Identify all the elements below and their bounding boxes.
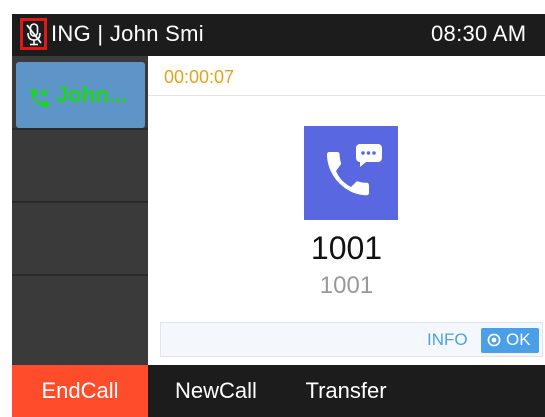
mute-indicator[interactable] — [20, 18, 47, 50]
new-call-button[interactable]: NewCall — [148, 365, 284, 417]
end-call-button[interactable]: EndCall — [12, 365, 148, 417]
phone-chat-icon — [327, 144, 382, 196]
phone-screen: ING | John Smi 08:30 AM John... 00:00:07 — [0, 0, 545, 417]
top-margin — [0, 0, 545, 14]
softkey-bar: EndCall NewCall Transfer — [12, 365, 545, 417]
call-panel: 00:00:07 1001 1001 INFO OK — [148, 56, 545, 365]
line-key-active[interactable]: John... — [16, 62, 145, 128]
ok-button[interactable]: OK — [481, 328, 539, 353]
circle-dot-icon — [487, 333, 501, 347]
line-key-slot[interactable] — [12, 204, 148, 276]
line-key-slot[interactable] — [12, 131, 148, 203]
contact-avatar — [304, 126, 398, 220]
callee-name: 1001 — [310, 230, 383, 266]
phone-incoming-icon — [31, 88, 49, 107]
transfer-button[interactable]: Transfer — [284, 365, 408, 417]
status-title: ING | John Smi — [51, 21, 204, 46]
line-key-slot[interactable] — [12, 284, 148, 356]
divider — [148, 95, 545, 96]
info-bar: INFO OK — [160, 322, 543, 357]
status-bar: ING | John Smi 08:30 AM — [12, 14, 545, 56]
call-duration: 00:00:07 — [164, 67, 235, 87]
info-label[interactable]: INFO — [427, 330, 468, 350]
microphone-muted-icon — [26, 23, 42, 46]
clock: 08:30 AM — [431, 21, 527, 46]
line-keys-panel: John... — [12, 56, 148, 365]
ok-label: OK — [506, 330, 531, 349]
line-key-label: John... — [56, 82, 127, 107]
left-margin — [0, 0, 12, 417]
callee-number: 1001 — [319, 272, 374, 299]
